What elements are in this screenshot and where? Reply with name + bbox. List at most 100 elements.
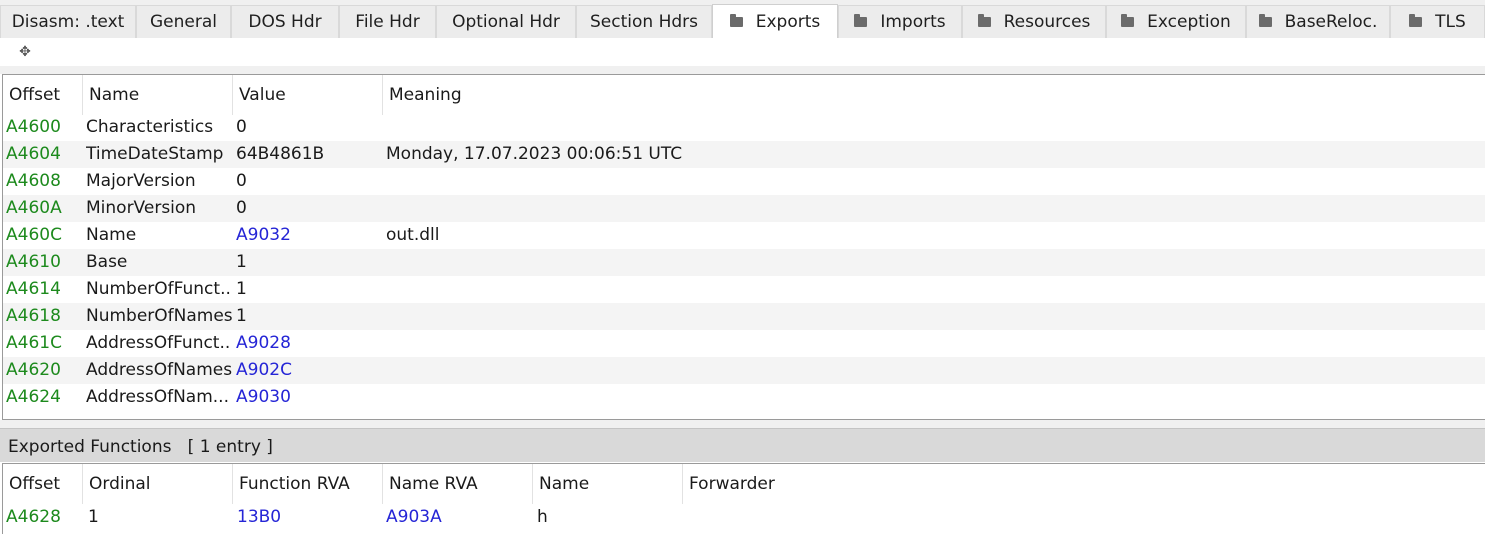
column-header-name[interactable]: Name xyxy=(83,75,233,115)
name-cell: Name xyxy=(86,225,137,245)
tab-label: Disasm: .text xyxy=(11,12,125,32)
tab-label: Optional Hdr xyxy=(452,12,560,32)
column-header-meaning[interactable]: Meaning xyxy=(383,75,683,115)
value-link[interactable]: A9028 xyxy=(236,330,291,357)
meaning-cell: Monday, 17.07.2023 00:06:51 UTC xyxy=(386,144,683,164)
name-cell: NumberOfFunct... xyxy=(86,279,232,299)
column-header-name[interactable]: Name xyxy=(533,464,683,504)
table-row[interactable]: A461C AddressOfFunct... A9028 xyxy=(3,330,1485,357)
folder-icon xyxy=(729,14,743,27)
offset-cell: A4604 xyxy=(6,144,61,164)
value-link[interactable]: A9032 xyxy=(236,222,291,249)
table-row[interactable]: A4610 Base 1 xyxy=(3,249,1485,276)
table-row[interactable]: A4628 1 13B0 A903A h xyxy=(3,504,1485,531)
table-row[interactable]: A460A MinorVersion 0 xyxy=(3,195,1485,222)
offset-cell: A4610 xyxy=(6,252,61,272)
exported-functions-table: Offset Ordinal Function RVA Name RVA Nam… xyxy=(2,463,1485,534)
tab-disasm-text[interactable]: Disasm: .text xyxy=(0,5,136,38)
folder-icon xyxy=(1258,14,1272,27)
name-cell: AddressOfFunct... xyxy=(86,333,232,353)
export-directory-table: Offset Name Value Meaning A4600 Characte… xyxy=(2,74,1485,420)
table-row[interactable]: A4600 Characteristics 0 xyxy=(3,114,1485,141)
table-row[interactable]: A4624 AddressOfNam... A9030 xyxy=(3,384,1485,411)
name-cell: Base xyxy=(86,252,128,272)
separator-strip xyxy=(0,66,1485,74)
value-link[interactable]: A902C xyxy=(236,357,292,384)
value-cell: 64B4861B xyxy=(236,144,325,164)
offset-cell: A460A xyxy=(6,198,62,218)
value-cell: 1 xyxy=(236,252,247,272)
name-cell: MinorVersion xyxy=(86,198,197,218)
offset-cell: A4628 xyxy=(6,507,61,527)
tab-dos-hdr[interactable]: DOS Hdr xyxy=(231,5,339,38)
column-header-forwarder[interactable]: Forwarder xyxy=(683,464,833,504)
tab-label: File Hdr xyxy=(355,12,420,32)
column-header-ordinal[interactable]: Ordinal xyxy=(83,464,233,504)
name-cell: MajorVersion xyxy=(86,171,196,191)
offset-cell: A4620 xyxy=(6,360,61,380)
tab-label: Section Hdrs xyxy=(590,12,698,32)
table-row[interactable]: A460C Name A9032 out.dll xyxy=(3,222,1485,249)
offset-cell: A4608 xyxy=(6,171,61,191)
name-cell: TimeDateStamp xyxy=(86,144,224,164)
name-cell: AddressOfNames xyxy=(86,360,232,380)
value-cell: 0 xyxy=(236,198,247,218)
value-link[interactable]: A9030 xyxy=(236,384,291,411)
table-row[interactable]: A4604 TimeDateStamp 64B4861B Monday, 17.… xyxy=(3,141,1485,168)
value-cell: 1 xyxy=(236,279,247,299)
tab-label: Resources xyxy=(1003,12,1091,32)
move-icon[interactable]: ✥ xyxy=(17,44,33,60)
tab-label: BaseReloc. xyxy=(1284,12,1378,32)
name-rva-link[interactable]: A903A xyxy=(386,504,442,531)
name-cell: Characteristics xyxy=(86,117,214,137)
tab-label: General xyxy=(150,12,217,32)
tab-file-hdr[interactable]: File Hdr xyxy=(339,5,436,38)
tab-label: DOS Hdr xyxy=(248,12,322,32)
tab-imports[interactable]: Imports xyxy=(838,5,962,38)
separator-strip xyxy=(0,420,1485,428)
name-cell: AddressOfNam... xyxy=(86,387,229,407)
meaning-cell: out.dll xyxy=(386,225,440,245)
caption-text: Exported Functions [ 1 entry ] xyxy=(8,437,273,457)
ordinal-cell: 1 xyxy=(88,507,99,527)
table-header: Offset Name Value Meaning xyxy=(3,75,1485,115)
folder-icon xyxy=(854,14,868,27)
offset-cell: A4614 xyxy=(6,279,61,299)
folder-icon xyxy=(1121,14,1135,27)
column-header-offset[interactable]: Offset xyxy=(3,464,83,504)
value-cell: 0 xyxy=(236,171,247,191)
tab-exception[interactable]: Exception xyxy=(1106,5,1246,38)
tab-basereloc[interactable]: BaseReloc. xyxy=(1246,5,1390,38)
folder-icon xyxy=(1409,14,1423,27)
tab-section-hdrs[interactable]: Section Hdrs xyxy=(576,5,712,38)
column-header-value[interactable]: Value xyxy=(233,75,383,115)
column-header-name-rva[interactable]: Name RVA xyxy=(383,464,533,504)
toolbar xyxy=(0,38,1485,68)
value-cell: 0 xyxy=(236,117,247,137)
folder-icon xyxy=(977,14,991,27)
tab-resources[interactable]: Resources xyxy=(962,5,1106,38)
tab-optional-hdr[interactable]: Optional Hdr xyxy=(436,5,576,38)
value-cell: 1 xyxy=(236,306,247,326)
tab-tls[interactable]: TLS xyxy=(1390,5,1485,38)
table-row[interactable]: A4608 MajorVersion 0 xyxy=(3,168,1485,195)
offset-cell: A4618 xyxy=(6,306,61,326)
offset-cell: A4600 xyxy=(6,117,61,137)
offset-cell: A460C xyxy=(6,225,62,245)
tab-exports[interactable]: Exports xyxy=(712,4,838,39)
function-name-cell: h xyxy=(537,507,548,527)
tab-label: Exception xyxy=(1147,12,1231,32)
exported-functions-caption: Exported Functions [ 1 entry ] xyxy=(0,428,1485,462)
tab-label: TLS xyxy=(1435,12,1466,32)
offset-cell: A461C xyxy=(6,333,62,353)
column-header-offset[interactable]: Offset xyxy=(3,75,83,115)
column-header-function-rva[interactable]: Function RVA xyxy=(233,464,383,504)
table-row[interactable]: A4618 NumberOfNames 1 xyxy=(3,303,1485,330)
name-cell: NumberOfNames xyxy=(86,306,232,326)
table-row[interactable]: A4614 NumberOfFunct... 1 xyxy=(3,276,1485,303)
tab-label: Exports xyxy=(755,12,821,32)
table-row[interactable]: A4620 AddressOfNames A902C xyxy=(3,357,1485,384)
function-rva-link[interactable]: 13B0 xyxy=(237,504,281,531)
tab-label: Imports xyxy=(880,12,946,32)
tab-general[interactable]: General xyxy=(136,5,231,38)
